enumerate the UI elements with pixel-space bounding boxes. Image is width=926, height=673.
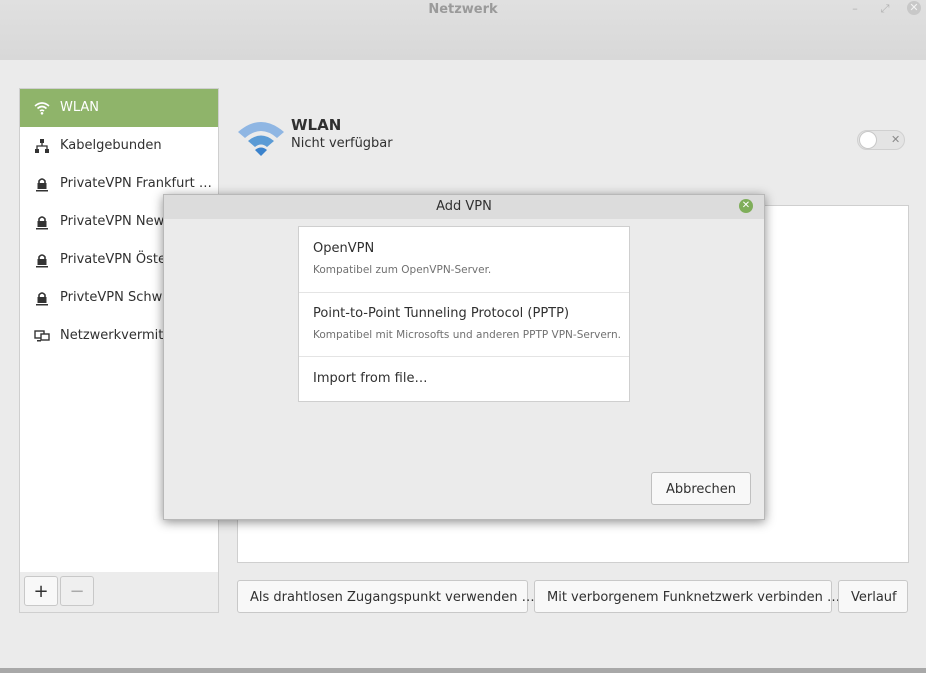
vpn-lock-icon [36, 254, 48, 268]
network-proxy-icon [34, 330, 50, 342]
vpn-option-desc: Kompatibel zum OpenVPN-Server. [313, 264, 492, 276]
vpn-option-desc: Kompatibel mit Microsofts und anderen PP… [313, 329, 621, 341]
history-button[interactable]: Verlauf [838, 580, 908, 613]
sidebar-item-label: Netzwerkvermittl [60, 328, 173, 343]
vpn-option-name: Point-to-Point Tunneling Protocol (PPTP) [313, 306, 570, 321]
cancel-button[interactable]: Abbrechen [651, 472, 751, 505]
sidebar-item-wlan[interactable]: WLAN [20, 89, 218, 127]
dialog-close-icon[interactable]: ✕ [739, 199, 753, 213]
sidebar-toolbar: + − [19, 572, 219, 613]
add-vpn-dialog: Add VPN ✕ OpenVPN Kompatibel zum OpenVPN… [163, 194, 765, 520]
hotspot-button[interactable]: Als drahtlosen Zugangspunkt verwenden … [237, 580, 535, 613]
vpn-option-openvpn[interactable]: OpenVPN Kompatibel zum OpenVPN-Server. [299, 227, 629, 293]
vpn-option-pptp[interactable]: Point-to-Point Tunneling Protocol (PPTP)… [299, 292, 629, 357]
minimize-icon[interactable]: – [847, 1, 863, 17]
vpn-lock-icon [36, 292, 48, 306]
vpn-option-name: OpenVPN [313, 241, 375, 256]
device-status: Nicht verfügbar [291, 136, 393, 151]
window-close-icon[interactable]: ✕ [907, 1, 921, 15]
window-bottom-edge [0, 668, 926, 673]
device-title: WLAN [291, 116, 342, 134]
sidebar-item-label: PrivteVPN Schwe [60, 290, 171, 305]
wifi-large-icon [238, 122, 284, 156]
add-connection-button[interactable]: + [24, 576, 58, 606]
sidebar-item-label: WLAN [60, 100, 100, 115]
maximize-icon[interactable]: ⤢ [877, 1, 893, 17]
hidden-network-button[interactable]: Mit verborgenem Funknetzwerk verbinden … [534, 580, 840, 613]
window-titlebar: Netzwerk – ⤢ ✕ [0, 0, 926, 60]
vpn-option-import[interactable]: Import from file… [299, 357, 629, 401]
wired-network-icon [35, 139, 49, 153]
remove-connection-button[interactable]: − [60, 576, 94, 606]
vpn-lock-icon [36, 216, 48, 230]
wifi-icon [34, 102, 50, 115]
vpn-type-list: OpenVPN Kompatibel zum OpenVPN-Server. P… [298, 226, 630, 402]
wlan-toggle[interactable]: ✕ [857, 130, 905, 150]
sidebar-item-label: PrivateVPN New [60, 214, 165, 229]
window-title: Netzwerk [428, 2, 498, 17]
vpn-lock-icon [36, 178, 48, 192]
dialog-title: Add VPN [164, 195, 764, 219]
sidebar-item-kabelgebunden[interactable]: Kabelgebunden [20, 127, 218, 165]
toggle-off-icon: ✕ [891, 133, 901, 146]
vpn-option-name: Import from file… [313, 371, 428, 386]
toggle-knob [859, 131, 877, 149]
sidebar-item-label: PrivateVPN Öster [60, 252, 172, 267]
sidebar-item-label: Kabelgebunden [60, 138, 162, 153]
